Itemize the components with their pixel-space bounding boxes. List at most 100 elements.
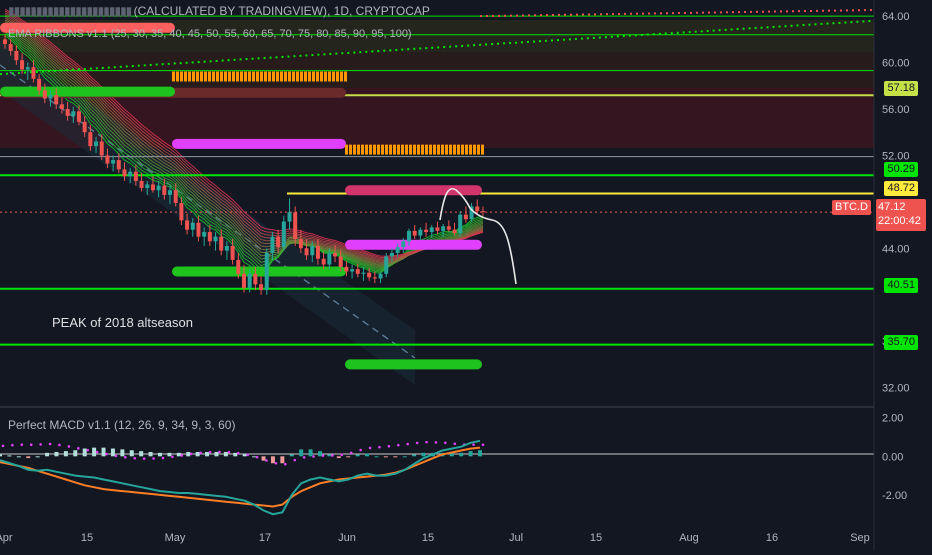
candle-body	[247, 273, 252, 288]
macd-dot	[189, 452, 193, 456]
zone-hatch-mark	[304, 71, 307, 82]
zone-hatch-mark	[320, 71, 323, 82]
macd-histogram-bar	[478, 450, 482, 457]
macd-dot	[161, 456, 165, 460]
zone-hatch-mark	[184, 71, 187, 82]
time-tick-label: 15	[590, 532, 602, 544]
candle-body	[293, 212, 298, 240]
zone-hatch-mark	[312, 71, 315, 82]
macd-dot	[199, 451, 202, 455]
zone-hatch-mark	[473, 144, 476, 155]
price-tag-5718-text: 57.18	[887, 82, 915, 94]
zone-hatch-mark	[349, 144, 352, 155]
candle-body	[446, 226, 451, 230]
current-price-tag: 47.12 22:00:42	[876, 199, 926, 231]
zone-hatch-mark	[441, 144, 444, 155]
zone-hatch-mark	[236, 71, 239, 82]
zone-hatch-mark	[369, 144, 372, 155]
macd-histogram-bar	[129, 450, 134, 457]
candle-body	[185, 220, 190, 230]
price-tick-label: 64.00	[882, 11, 910, 23]
candle-body	[14, 50, 19, 61]
macd-histogram-bar	[63, 451, 68, 457]
macd-tick-label: -2.00	[882, 490, 907, 502]
macd-dot	[39, 443, 42, 446]
zone-hatch-mark	[461, 144, 464, 155]
candle-body	[179, 203, 184, 221]
time-tick-label: 15	[422, 532, 434, 544]
candle-body	[202, 232, 207, 237]
macd-dot	[208, 450, 212, 454]
macd-dot	[86, 448, 90, 452]
candle-body	[162, 185, 167, 195]
price-tag-5029: 50.29	[884, 162, 918, 177]
zone-hatch-mark	[477, 144, 480, 155]
candle-body	[241, 273, 246, 288]
macd-dot	[152, 457, 155, 460]
macd-histogram-bar	[459, 452, 464, 457]
macd-dot	[349, 451, 353, 455]
price-tag-4051: 40.51	[884, 278, 918, 293]
candle-body	[48, 95, 53, 99]
zone-hatch-mark	[192, 71, 195, 82]
candle-body	[281, 221, 286, 248]
zone-hatch-mark	[425, 144, 428, 155]
macd-dot	[453, 442, 457, 446]
macd-tick-label: 0.00	[882, 451, 903, 463]
macd-histogram-bar	[110, 448, 115, 457]
ema-indicator-label[interactable]: EMA RIBBONS v1.1 (25, 30, 35, 40, 45, 50…	[8, 28, 412, 40]
candle-body	[304, 248, 309, 256]
zone-hatch-mark	[324, 71, 327, 82]
chart-canvas[interactable]: 64.0060.0056.0052.0044.0036.0032.00 2.00…	[0, 0, 932, 550]
zone-hatch-mark	[300, 71, 303, 82]
candle-body	[429, 227, 434, 233]
macd-histogram-bar	[205, 451, 210, 457]
candle-body	[65, 108, 70, 116]
candle-body	[25, 67, 30, 70]
macd-dot	[387, 444, 391, 448]
candle-body	[378, 273, 383, 279]
peak-annotation-text: PEAK of 2018 altseason	[52, 315, 193, 330]
macd-histogram-bar	[393, 456, 398, 458]
zone-hatch-mark	[180, 71, 183, 82]
zone-hatch-mark	[208, 71, 211, 82]
macd-histogram-bar	[308, 449, 313, 457]
chart-area[interactable]: 64.0060.0056.0052.0044.0036.0032.00 2.00…	[0, 0, 932, 550]
macd-dot	[20, 443, 24, 446]
candle-body	[435, 227, 440, 231]
candle-body	[145, 184, 150, 188]
zone-hatch-mark	[172, 71, 175, 82]
zone-hatch-mark	[284, 71, 287, 82]
zone-hatch-mark	[260, 71, 263, 82]
macd-dot	[368, 446, 372, 450]
candle-body	[367, 272, 372, 278]
macd-dot	[425, 440, 428, 444]
macd-dot	[1, 444, 5, 448]
macd-dot	[481, 443, 485, 447]
macd-histogram-bar	[45, 452, 50, 457]
zone-hatch-mark	[248, 71, 251, 82]
time-tick-label: May	[165, 532, 186, 544]
candle-body	[128, 171, 133, 177]
price-tag-3570-text: 35.70	[887, 336, 915, 348]
price-tick-label: 32.00	[882, 383, 910, 395]
macd-histogram-bar	[73, 450, 78, 457]
macd-indicator-label[interactable]: Perfect MACD v1.1 (12, 26, 9, 34, 9, 3, …	[8, 418, 235, 432]
candle-body	[37, 78, 42, 91]
zone-hatch-mark	[393, 144, 396, 155]
candle-body	[133, 171, 138, 181]
candle-body	[458, 214, 463, 234]
candle-body	[452, 229, 457, 234]
symbol-tag-text: BTC.D	[835, 201, 868, 213]
macd-dot	[29, 443, 33, 447]
candle-body	[94, 141, 99, 147]
macd-histogram-bar	[412, 454, 417, 457]
time-tick-label: Jul	[509, 532, 523, 544]
zone-hatch-mark	[397, 144, 400, 155]
zone-hatch-mark	[188, 71, 191, 82]
candle-body	[105, 155, 110, 164]
zone-hatch-mark	[196, 71, 199, 82]
candle-body	[264, 252, 269, 291]
price-tag-4872-text: 48.72	[887, 182, 915, 194]
zone-hatch-mark	[232, 71, 235, 82]
